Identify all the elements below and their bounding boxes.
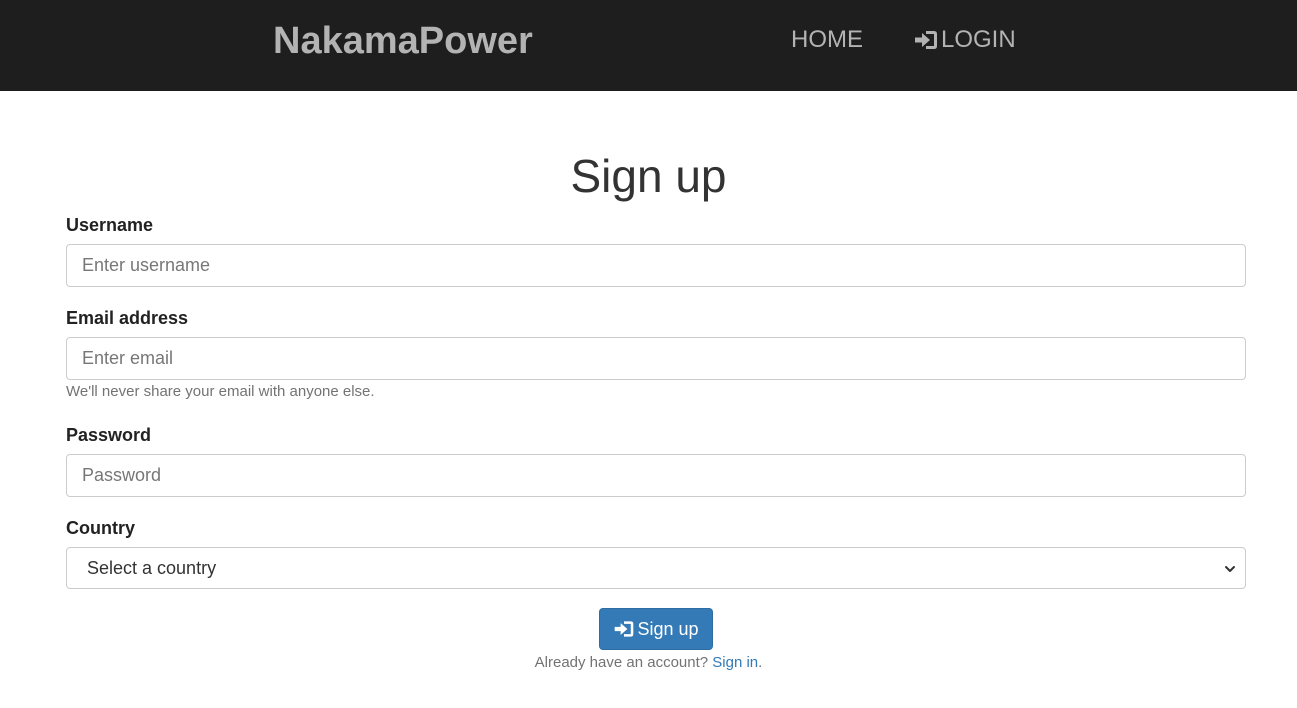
password-input[interactable] — [66, 454, 1246, 497]
nav-home-label: HOME — [791, 26, 863, 53]
email-label: Email address — [66, 308, 189, 328]
username-label: Username — [66, 215, 154, 235]
sign-up-button-label: Sign up — [637, 618, 699, 639]
log-in-icon — [915, 31, 937, 49]
country-label: Country — [66, 518, 135, 538]
password-label: Password — [66, 425, 152, 445]
log-in-icon — [615, 621, 634, 637]
email-help-text: We'll never share your email with anyone… — [66, 383, 375, 400]
chevron-down-icon — [1225, 566, 1235, 572]
sign-in-link[interactable]: Sign in — [712, 654, 758, 671]
sign-up-button[interactable]: Sign up — [599, 608, 713, 650]
brand-link[interactable]: NakamaPower — [273, 20, 533, 62]
page-title: Sign up — [570, 150, 727, 202]
signin-prompt-line: Already have an account? Sign in. — [0, 654, 1297, 672]
country-select-value: Select a country — [87, 557, 217, 578]
email-input[interactable] — [66, 337, 1246, 380]
username-input[interactable] — [66, 244, 1246, 287]
nav-login-label: LOGIN — [941, 26, 1016, 53]
country-select[interactable]: Select a country — [66, 547, 1246, 589]
nav-login-link[interactable]: LOGIN — [913, 27, 1016, 53]
navbar: NakamaPower HOME LOGIN — [0, 0, 1297, 91]
signin-suffix: . — [758, 654, 763, 671]
nav-home-link[interactable]: HOME — [791, 27, 863, 53]
signin-prompt-text: Already have an account? — [534, 654, 709, 671]
